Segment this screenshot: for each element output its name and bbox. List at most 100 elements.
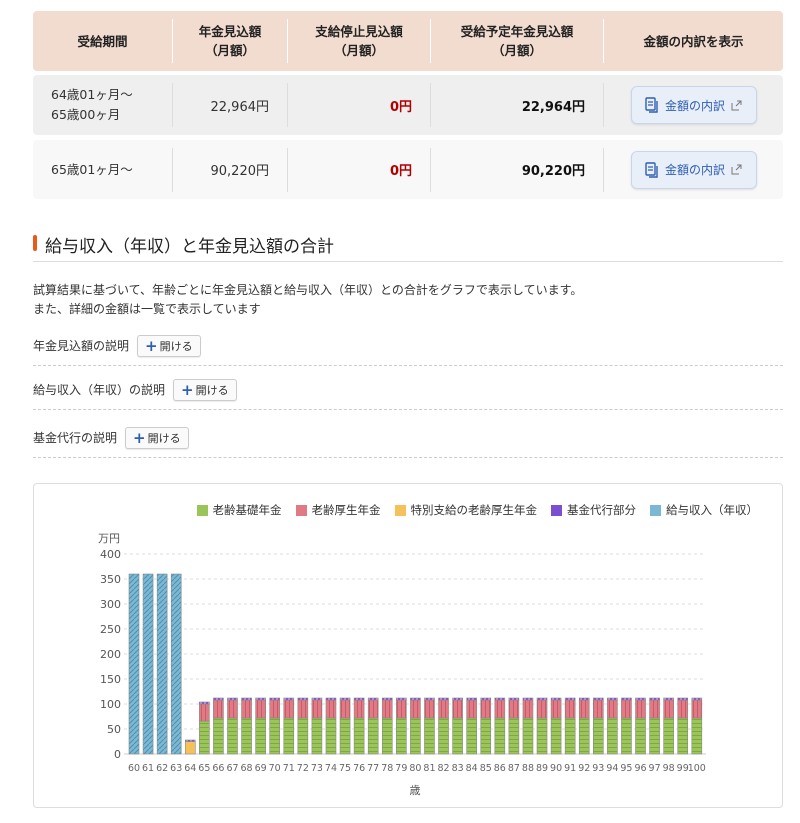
x-tick-label: 82 bbox=[437, 763, 449, 774]
bar-segment bbox=[564, 697, 576, 701]
bar-segment bbox=[663, 699, 674, 719]
x-tick-label: 66 bbox=[212, 763, 224, 774]
bar-segment bbox=[438, 697, 449, 701]
bar-segment bbox=[677, 717, 689, 755]
bar-segment bbox=[522, 699, 534, 719]
bar-segment bbox=[353, 697, 365, 701]
bar-segment bbox=[269, 699, 280, 719]
x-tick-label: 100 bbox=[688, 763, 706, 774]
bar-segment bbox=[494, 699, 506, 719]
bar-segment bbox=[311, 697, 323, 701]
bar-segment bbox=[522, 717, 534, 755]
x-tick-label: 81 bbox=[423, 763, 435, 774]
bar-segment bbox=[635, 699, 646, 719]
bar-segment bbox=[128, 573, 140, 755]
chart-legend: 老齢基礎年金 老齢厚生年金 特別支給の老齢厚生年金 基金代行部分 給与収入（年収） bbox=[196, 502, 758, 518]
bar-segment bbox=[410, 699, 421, 719]
legend-item[interactable]: 給与収入（年収） bbox=[650, 502, 758, 518]
bar-segment bbox=[241, 697, 252, 701]
bar-segment bbox=[635, 717, 646, 755]
breakdown-button[interactable]: 金額の内訳 bbox=[630, 86, 757, 124]
header-text: 年金見込額 bbox=[198, 24, 262, 39]
x-tick-label: 70 bbox=[269, 763, 281, 774]
legend-swatch bbox=[551, 504, 562, 516]
bar-segment bbox=[424, 697, 435, 701]
y-tick-label: 50 bbox=[107, 723, 121, 736]
y-tick-label: 300 bbox=[100, 598, 121, 611]
bar-segment bbox=[156, 573, 168, 755]
bar-segment bbox=[367, 699, 379, 719]
bar-segment bbox=[494, 717, 506, 755]
x-tick-label: 83 bbox=[452, 763, 464, 774]
bar-segment bbox=[269, 697, 280, 701]
y-tick-label: 250 bbox=[100, 623, 121, 636]
accordion-fund: 基金代行の説明 + 開ける bbox=[33, 418, 783, 458]
y-tick-label: 0 bbox=[114, 748, 121, 761]
bar-segment bbox=[213, 717, 224, 755]
legend-swatch bbox=[650, 504, 661, 516]
external-link-icon bbox=[731, 100, 742, 110]
bar-segment bbox=[621, 697, 632, 701]
bar-segment bbox=[508, 717, 520, 755]
legend-swatch bbox=[295, 504, 307, 516]
x-tick-label: 80 bbox=[409, 763, 421, 774]
table-row: 65歳01ヶ月〜 90,220円 0円 90,220円 金額の内訳 bbox=[33, 140, 783, 199]
x-tick-label: 73 bbox=[311, 763, 323, 774]
bar-segment bbox=[480, 697, 492, 701]
bar-segment bbox=[241, 699, 252, 719]
bar-segment bbox=[367, 697, 379, 701]
legend-label: 給与収入（年収） bbox=[666, 503, 758, 517]
bar-segment bbox=[508, 697, 520, 701]
header-text: 支給停止見込額 bbox=[315, 24, 403, 39]
open-button[interactable]: + 開ける bbox=[137, 334, 201, 357]
breakdown-cell: 金額の内訳 bbox=[603, 147, 783, 192]
desc-line: 試算結果に基づいて、年齢ごとに年金見込額と給与収入（年収）との合計をグラフで表示… bbox=[33, 283, 583, 297]
bar-segment bbox=[255, 717, 266, 755]
heading-accent-bar bbox=[33, 235, 37, 251]
bar-segment bbox=[593, 717, 604, 755]
x-tick-label: 69 bbox=[255, 763, 267, 774]
x-tick-label: 67 bbox=[226, 763, 238, 774]
bar-segment bbox=[325, 697, 337, 701]
open-button[interactable]: + 開ける bbox=[173, 378, 237, 401]
x-tick-label: 93 bbox=[592, 763, 604, 774]
period-text: 65歳01ヶ月〜 bbox=[51, 161, 133, 177]
y-axis-label: 万円 bbox=[98, 532, 120, 545]
bar-segment bbox=[199, 720, 210, 755]
legend-label: 老齢基礎年金 bbox=[212, 503, 282, 517]
x-tick-label: 60 bbox=[128, 763, 140, 774]
bar-segment bbox=[381, 699, 393, 719]
plus-icon: + bbox=[181, 380, 194, 399]
bar-segment bbox=[466, 697, 477, 701]
bar-segment bbox=[339, 699, 351, 719]
accordion-label: 給与収入（年収）の説明 bbox=[33, 383, 166, 397]
bar-segment bbox=[424, 699, 435, 719]
x-tick-label: 94 bbox=[606, 763, 618, 774]
period-cell: 64歳01ヶ月〜 65歳00ヶ月 bbox=[33, 83, 172, 127]
bar-segment bbox=[466, 699, 477, 719]
bar-segment bbox=[466, 717, 477, 755]
legend-item[interactable]: 老齢基礎年金 bbox=[196, 502, 282, 518]
legend-item[interactable]: 老齢厚生年金 bbox=[295, 502, 381, 518]
header-scheduled: 受給予定年金見込額 （月額） bbox=[430, 19, 603, 63]
x-tick-label: 78 bbox=[381, 763, 393, 774]
stopped-cell: 0円 bbox=[287, 83, 430, 127]
bar-segment bbox=[381, 697, 393, 701]
bar-segment bbox=[283, 699, 295, 719]
bar-segment bbox=[396, 699, 407, 719]
accordion-pension: 年金見込額の説明 + 開ける bbox=[33, 326, 783, 366]
legend-label: 基金代行部分 bbox=[567, 503, 636, 517]
open-button[interactable]: + 開ける bbox=[125, 426, 189, 449]
header-text: 受給期間 bbox=[77, 33, 128, 49]
legend-item[interactable]: 基金代行部分 bbox=[551, 502, 636, 518]
header-text: 受給予定年金見込額 bbox=[460, 24, 574, 39]
y-tick-label: 100 bbox=[100, 698, 121, 711]
bar-segment bbox=[691, 699, 703, 719]
table-row: 64歳01ヶ月〜 65歳00ヶ月 22,964円 0円 22,964円 金額の内訳 bbox=[33, 75, 783, 135]
breakdown-button[interactable]: 金額の内訳 bbox=[630, 150, 757, 189]
bar-segment bbox=[691, 717, 703, 755]
legend-item[interactable]: 特別支給の老齢厚生年金 bbox=[394, 502, 537, 518]
x-tick-label: 63 bbox=[170, 763, 182, 774]
x-tick-label: 62 bbox=[156, 763, 168, 774]
bar-segment bbox=[241, 717, 252, 755]
